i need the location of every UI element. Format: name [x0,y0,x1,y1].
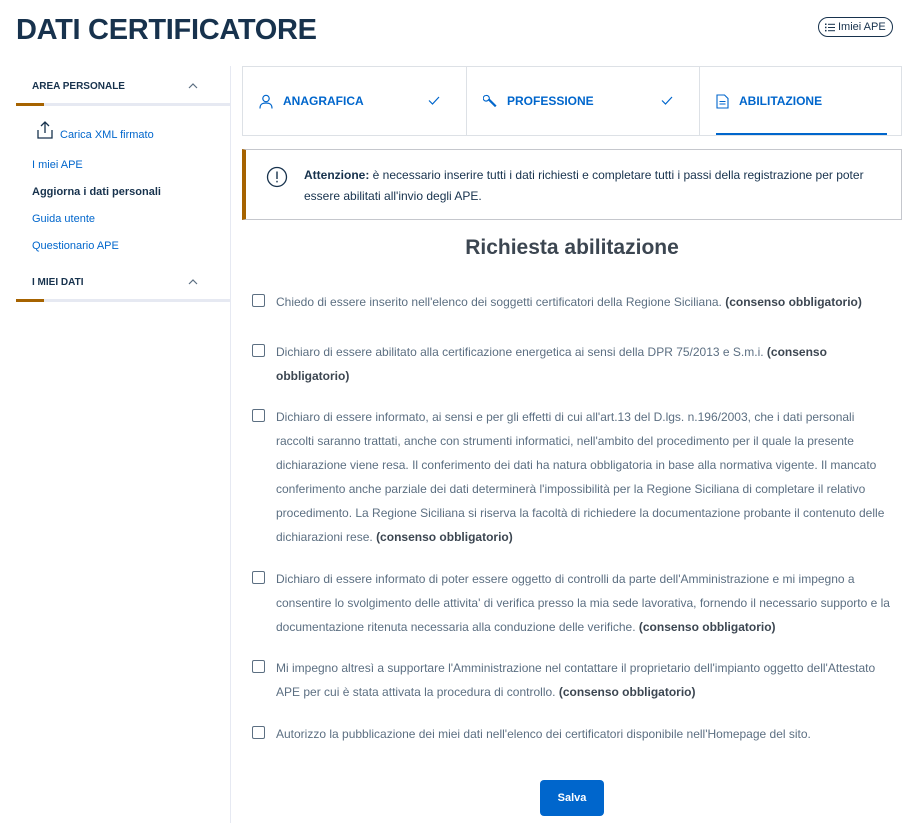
sidebar-links: Carica XML firmato I miei APE Aggiorna i… [16,106,230,260]
active-tab-indicator [716,133,887,135]
sidebar-item-questionario[interactable]: Questionario APE [16,233,230,260]
section-title: Richiesta abilitazione [465,236,679,259]
consent-item: Chiedo di essere inserito nell'elenco de… [252,290,892,314]
sidebar-item-aggiorna-dati[interactable]: Aggiorna i dati personali [16,179,230,206]
tab-label: PROFESSIONE [507,94,594,108]
tab-professione[interactable]: PROFESSIONE [467,67,700,135]
consent-checkbox[interactable] [252,660,265,673]
consent-checkbox[interactable] [252,294,265,307]
save-button[interactable]: Salva [540,780,604,816]
consent-checkbox[interactable] [252,409,265,422]
sidebar-section-miei-dati[interactable]: I MIEI DATI [16,262,230,302]
consent-label: Dichiaro di essere abilitato alla certif… [276,345,827,383]
list-icon [825,23,835,32]
warning-alert: Attenzione: è necessario inserire tutti … [242,149,902,220]
consent-item: Autorizzo la pubblicazione dei miei dati… [252,722,892,746]
consent-item: Dichiaro di essere informato di poter es… [252,567,892,639]
tab-abilitazione[interactable]: ABILITAZIONE [700,67,901,135]
page-title: DATI CERTIFICATORE [16,14,317,46]
my-ape-label: Imiei APE [838,21,886,33]
consent-item: Dichiaro di essere abilitato alla certif… [252,340,892,388]
check-icon [428,96,440,105]
sidebar-section-divider [16,299,230,302]
consent-label: Autorizzo la pubblicazione dei miei dati… [276,727,811,741]
my-ape-button[interactable]: Imiei APE [818,17,893,37]
tab-label: ANAGRAFICA [283,94,364,108]
consent-checkbox[interactable] [252,344,265,357]
upload-icon [36,120,54,151]
alert-title: Attenzione: [304,168,370,182]
sidebar-separator [230,66,231,823]
consent-label: Dichiaro di essere informato, ai sensi e… [276,410,885,544]
chevron-up-icon [188,277,198,288]
sidebar: AREA PERSONALE Carica XML firmato I miei… [16,66,230,302]
sidebar-section-divider [16,103,230,106]
wrench-icon [483,94,497,108]
chevron-up-icon [188,81,198,92]
tab-label: ABILITAZIONE [739,94,823,108]
sidebar-section-title: AREA PERSONALE [32,80,125,92]
sidebar-item-miei-ape[interactable]: I miei APE [16,152,230,179]
user-icon [259,94,273,109]
check-icon [661,96,673,105]
step-tabs: ANAGRAFICA PROFESSIONE ABILITAZIONE [242,66,902,136]
sidebar-item-label: Carica XML firmato [60,128,154,141]
consent-checkbox[interactable] [252,571,265,584]
sidebar-section-title: I MIEI DATI [32,276,84,288]
consent-checkbox[interactable] [252,726,265,739]
alert-text: è necessario inserire tutti i dati richi… [304,168,864,203]
consent-item: Dichiaro di essere informato, ai sensi e… [252,405,892,549]
consent-label: Mi impegno altresì a supportare l'Ammini… [276,661,876,699]
consent-label: Chiedo di essere inserito nell'elenco de… [276,295,862,309]
consent-label: Dichiaro di essere informato di poter es… [276,572,890,634]
document-icon [716,93,729,109]
consent-item: Mi impegno altresì a supportare l'Ammini… [252,656,892,704]
tab-anagrafica[interactable]: ANAGRAFICA [243,67,467,135]
sidebar-section-area-personale[interactable]: AREA PERSONALE [16,66,230,106]
sidebar-item-carica-xml[interactable]: Carica XML firmato [16,118,230,152]
sidebar-item-guida-utente[interactable]: Guida utente [16,206,230,233]
exclamation-circle-icon [266,166,288,195]
